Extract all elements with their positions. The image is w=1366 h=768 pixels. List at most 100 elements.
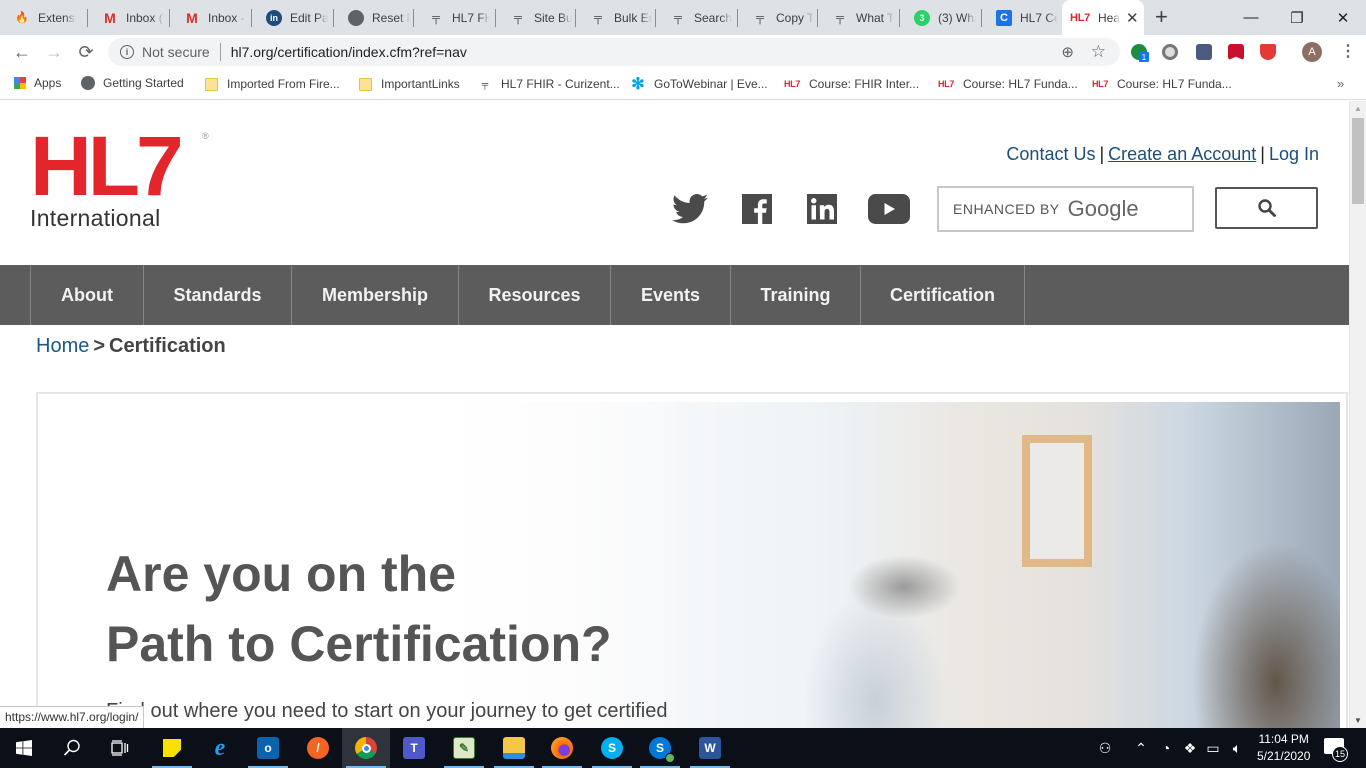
info-icon[interactable]: i <box>120 45 134 59</box>
taskbar-teams[interactable]: T <box>390 728 438 768</box>
tab-inbox-2[interactable]: M Inbox - <box>170 0 252 35</box>
taskbar-chrome[interactable] <box>342 728 390 768</box>
linkedin-icon[interactable] <box>803 193 841 225</box>
youtube-icon[interactable] <box>866 193 912 225</box>
nav-standards[interactable]: Standards <box>143 265 291 325</box>
nav-about[interactable]: About <box>30 265 143 325</box>
url-text[interactable]: hl7.org/certification/index.cfm?ref=nav <box>231 44 467 60</box>
wifi-icon[interactable]: ◔ <box>1156 728 1176 768</box>
bookmark-important-links[interactable]: ImportantLinks <box>357 76 460 92</box>
tab-inbox-1[interactable]: M Inbox (5 <box>88 0 170 35</box>
bookmark-course-hl7-1[interactable]: HL7 Course: HL7 Funda... <box>937 76 1078 92</box>
minimize-button[interactable]: — <box>1228 0 1274 35</box>
scroll-up-icon[interactable]: ▲ <box>1354 104 1362 113</box>
dropbox-icon[interactable]: ❖ <box>1180 728 1200 768</box>
site-icon: ╤ <box>674 11 682 24</box>
tab-edit-pay[interactable]: in Edit Pay <box>252 0 334 35</box>
site-icon: ╤ <box>432 11 440 24</box>
show-hidden-icons-chevron[interactable]: ⌃ <box>1131 728 1151 768</box>
taskbar-file-explorer[interactable] <box>490 728 538 768</box>
bookmark-hl7-fhir[interactable]: ╤ HL7 FHIR - Curizent... <box>477 76 620 92</box>
bookmark-apps[interactable]: Apps <box>14 76 61 90</box>
bookmarks-overflow-icon[interactable]: » <box>1337 76 1344 91</box>
tab-hl7-fhir[interactable]: ╤ HL7 FHI <box>414 0 496 35</box>
tab-hl7-cert[interactable]: C HL7 Cer <box>982 0 1062 35</box>
reload-button[interactable]: ⟳ <box>74 40 98 64</box>
hl7-icon: HL7 <box>783 79 801 89</box>
address-bar[interactable]: i Not secure hl7.org/certification/index… <box>108 38 1120 66</box>
bookmark-getting-started[interactable]: Getting Started <box>81 76 184 90</box>
taskbar-sticky-notes[interactable] <box>148 728 196 768</box>
extension-circle-icon[interactable] <box>1162 44 1178 60</box>
page-scrollbar[interactable]: ▲ ▼ <box>1349 101 1366 728</box>
tab-extensit[interactable]: 🔥 Extensit <box>0 0 88 35</box>
taskbar-internet-explorer[interactable]: e <box>196 728 244 768</box>
login-link[interactable]: Log In <box>1269 144 1319 164</box>
action-center-icon[interactable]: 15 <box>1324 738 1348 762</box>
people-icon[interactable]: ⚇ <box>1093 728 1117 768</box>
extension-puzzle-icon[interactable] <box>1196 44 1212 60</box>
search-icon <box>63 739 80 756</box>
tab-what[interactable]: ╤ What Te <box>818 0 900 35</box>
hl7-logo[interactable]: HL7 ® International <box>30 124 209 232</box>
chrome-icon <box>355 737 377 759</box>
battery-icon[interactable]: ▭ <box>1203 728 1223 768</box>
hl7-icon: HL7 <box>937 79 955 89</box>
profile-avatar[interactable]: A <box>1302 42 1322 62</box>
browser-tab-strip: 🔥 Extensit M Inbox (5 M Inbox - in Edit … <box>0 0 1366 35</box>
nav-certification[interactable]: Certification <box>860 265 1025 325</box>
volume-icon[interactable]: 🔈︎ <box>1227 728 1247 768</box>
nav-resources[interactable]: Resources <box>458 265 610 325</box>
tab-site-builder[interactable]: ╤ Site Bui <box>496 0 576 35</box>
menu-icon[interactable]: ⋮ <box>1340 41 1356 61</box>
tab-reset[interactable]: Reset P <box>334 0 414 35</box>
outlook-icon: o <box>257 737 279 759</box>
scrollbar-thumb[interactable] <box>1352 118 1364 204</box>
back-button[interactable]: ← <box>10 40 34 64</box>
taskbar-skype[interactable]: S <box>588 728 636 768</box>
bookmark-star-icon[interactable]: ☆ <box>1091 42 1106 62</box>
zoom-icon[interactable]: ⊕ <box>1061 43 1074 61</box>
taskbar-notepad[interactable]: ✎ <box>440 728 488 768</box>
start-button[interactable] <box>0 728 48 768</box>
tab-active-health[interactable]: HL7 Hea ✕ <box>1062 0 1144 35</box>
facebook-icon[interactable] <box>738 193 776 225</box>
close-tab-icon[interactable]: ✕ <box>1126 9 1139 27</box>
bookmark-course-hl7-2[interactable]: HL7 Course: HL7 Funda... <box>1091 76 1232 92</box>
taskbar-search-button[interactable] <box>48 728 96 768</box>
extension-green-icon[interactable]: 1 <box>1131 44 1149 62</box>
new-tab-button[interactable]: + <box>1155 4 1168 30</box>
mcafee-icon[interactable] <box>1228 44 1244 60</box>
site-search-button[interactable] <box>1215 187 1318 229</box>
contact-us-link[interactable]: Contact Us <box>1006 144 1095 164</box>
twitter-icon[interactable] <box>671 193 709 225</box>
tab-copy[interactable]: ╤ Copy Th <box>738 0 818 35</box>
bookmark-imported-folder[interactable]: Imported From Fire... <box>203 76 340 92</box>
nav-membership[interactable]: Membership <box>291 265 458 325</box>
hero-banner: Are you on the Path to Certification? Fi… <box>36 392 1348 728</box>
nav-training[interactable]: Training <box>730 265 860 325</box>
forward-button[interactable]: → <box>42 40 66 64</box>
bookmark-gotowebinar[interactable]: ✻ GoToWebinar | Eve... <box>630 76 767 93</box>
taskbar-outlook[interactable]: o <box>244 728 292 768</box>
restore-button[interactable]: ❐ <box>1274 0 1320 35</box>
search-icon <box>1257 199 1276 217</box>
taskbar-firefox[interactable] <box>538 728 586 768</box>
tab-search[interactable]: ╤ Search <box>656 0 738 35</box>
tab-bulk-enroll[interactable]: ╤ Bulk En <box>576 0 656 35</box>
breadcrumb-home[interactable]: Home <box>36 335 89 357</box>
system-clock[interactable]: 11:04 PM 5/21/2020 <box>1257 731 1310 765</box>
taskbar-paw[interactable]: / <box>294 728 342 768</box>
close-window-button[interactable]: ✕ <box>1320 0 1366 35</box>
shield-extension-icon[interactable] <box>1260 44 1276 60</box>
scroll-down-icon[interactable]: ▼ <box>1354 716 1362 725</box>
tab-whatsapp[interactable]: 3 (3) Wha <box>900 0 982 35</box>
bookmark-course-fhir[interactable]: HL7 Course: FHIR Inter... <box>783 76 919 92</box>
site-search-input[interactable]: ENHANCED BY Google <box>937 186 1194 232</box>
taskbar-skype-business[interactable]: S <box>636 728 684 768</box>
task-view-button[interactable] <box>96 728 144 768</box>
create-account-link[interactable]: Create an Account <box>1108 144 1256 164</box>
nav-events[interactable]: Events <box>610 265 730 325</box>
taskbar-word[interactable]: W <box>686 728 734 768</box>
security-label[interactable]: Not secure <box>142 44 210 60</box>
